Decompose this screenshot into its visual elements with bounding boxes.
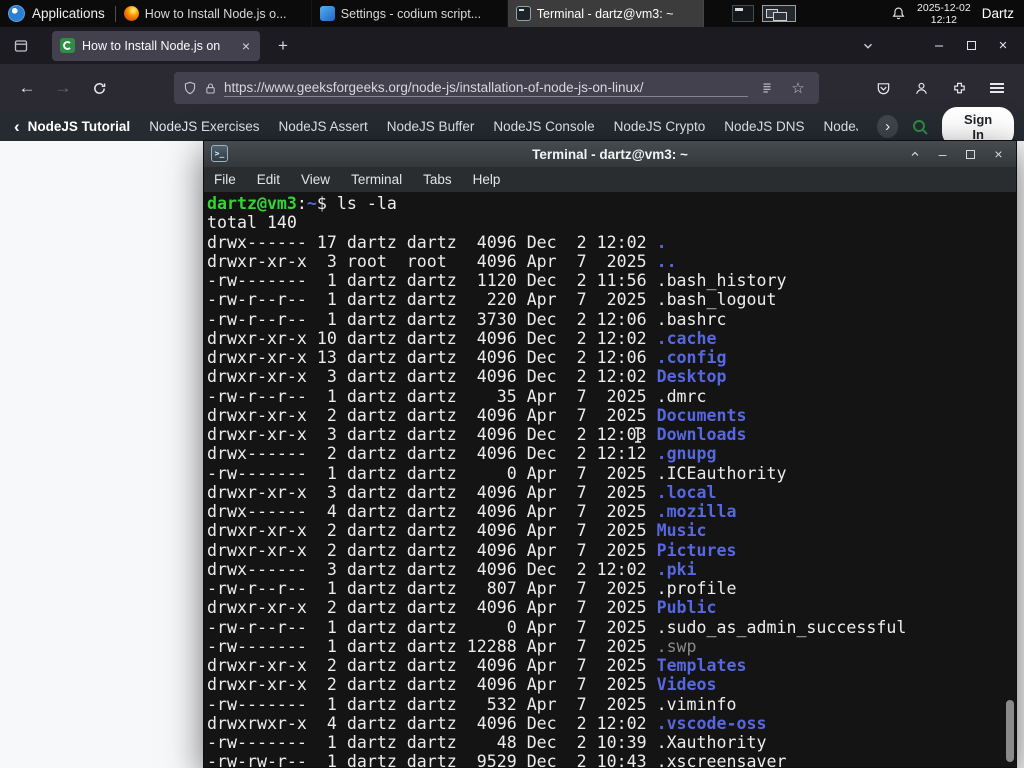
applications-menu[interactable]: Applications	[0, 0, 115, 27]
taskbar-label: How to Install Node.js o...	[144, 6, 287, 21]
window-close-button[interactable]: ×	[988, 32, 1018, 60]
new-tab-button[interactable]: +	[268, 32, 298, 60]
lock-icon[interactable]	[204, 82, 217, 95]
terminal-icon	[515, 6, 531, 21]
navigation-toolbar: ← → https://www.geeksforgeeks.org/node-j…	[0, 64, 1024, 112]
gfg-nav-item[interactable]: NodeJS Assert	[278, 119, 367, 134]
applications-label: Applications	[32, 6, 105, 21]
mouse-cursor	[632, 426, 644, 449]
terminal-window-controls: – ×	[907, 141, 1006, 167]
tracking-protection-shield-icon[interactable]	[183, 81, 197, 95]
forward-button[interactable]: →	[46, 72, 80, 104]
nav-scroll-right-button[interactable]: ›	[877, 115, 899, 138]
gfg-nav-item-tutorial[interactable]: ‹ NodeJS Tutorial	[14, 118, 130, 135]
clock-date: 2025-12-02	[917, 1, 971, 14]
search-icon[interactable]	[911, 118, 929, 136]
maximize-icon	[966, 41, 976, 50]
pocket-button[interactable]	[866, 72, 900, 104]
firefox-icon	[123, 6, 139, 21]
applications-icon	[8, 5, 25, 22]
notification-bell-icon[interactable]	[891, 6, 906, 21]
terminal-minimize-button[interactable]: –	[935, 146, 950, 162]
extensions-button[interactable]	[942, 72, 976, 104]
hamburger-icon	[990, 83, 1004, 93]
gfg-nav-item[interactable]: NodeJS	[824, 119, 859, 134]
taskbar-label: Settings - codium script...	[340, 6, 482, 21]
terminal-lines: dartz@vm3:~$ ls -la total 140 drwx------ 1…	[207, 194, 907, 767]
gfg-nav-item[interactable]: NodeJS DNS	[724, 119, 804, 134]
terminal-window: >_ Terminal - dartz@vm3: ~ – × File Edit…	[203, 140, 1017, 768]
back-button[interactable]: ←	[10, 72, 44, 104]
terminal-menubar: File Edit View Terminal Tabs Help	[204, 167, 1016, 192]
terminal-title: Terminal - dartz@vm3: ~	[532, 146, 688, 162]
list-all-tabs-button[interactable]	[854, 32, 882, 60]
terminal-menu-terminal[interactable]: Terminal	[351, 172, 402, 187]
terminal-menu-edit[interactable]: Edit	[257, 172, 280, 187]
firefox-view-button[interactable]	[6, 32, 36, 60]
gfg-nav-item[interactable]: NodeJS Crypto	[614, 119, 706, 134]
gfg-nav-item[interactable]: NodeJS Buffer	[387, 119, 475, 134]
terminal-menu-tabs[interactable]: Tabs	[423, 172, 452, 187]
codium-icon	[319, 6, 335, 21]
bookmark-star-button[interactable]: ☆	[786, 75, 810, 101]
maximize-icon	[966, 149, 975, 159]
username-label: Dartz	[981, 6, 1014, 21]
desktop: Applications How to Install Node.js o...…	[0, 0, 1024, 768]
tab-title: How to Install Node.js on	[82, 38, 221, 53]
gfg-nav-item[interactable]: NodeJS Exercises	[149, 119, 259, 134]
terminal-close-button[interactable]: ×	[991, 146, 1006, 162]
menu-button[interactable]	[980, 72, 1014, 104]
gfg-nav-label: NodeJS Tutorial	[27, 119, 131, 134]
tab-close-button[interactable]: ×	[240, 38, 252, 54]
terminal-menu-view[interactable]: View	[301, 172, 330, 187]
toolbar-right-icons	[866, 72, 1014, 104]
terminal-maximize-button[interactable]	[963, 147, 978, 162]
gfg-tutorial-nav: ‹ NodeJS Tutorial NodeJS Exercises NodeJ…	[0, 106, 1024, 147]
terminal-titlebar[interactable]: >_ Terminal - dartz@vm3: ~ – ×	[204, 141, 1016, 167]
clock-time: 12:12	[930, 13, 958, 26]
clock[interactable]: 2025-12-02 12:12	[917, 2, 971, 26]
account-button[interactable]	[904, 72, 938, 104]
terminal-shade-button[interactable]	[907, 147, 922, 162]
gfg-favicon	[60, 38, 75, 53]
terminal-menu-file[interactable]: File	[214, 172, 236, 187]
browser-window-controls: – ×	[924, 32, 1018, 60]
terminal-menu-help[interactable]: Help	[473, 172, 501, 187]
url-bar[interactable]: https://www.geeksforgeeks.org/node-js/in…	[174, 72, 819, 104]
window-maximize-button[interactable]	[956, 32, 986, 60]
tab-bar: How to Install Node.js on × + – ×	[0, 27, 1024, 64]
chevron-left-icon: ‹	[14, 117, 20, 136]
window-preview-icon[interactable]	[731, 5, 754, 22]
taskbar-window-terminal[interactable]: Terminal - dartz@vm3: ~	[507, 0, 704, 27]
taskbar-window-browser[interactable]: How to Install Node.js o...	[116, 0, 312, 27]
panel-tray	[731, 5, 796, 22]
workspace-switcher[interactable]	[761, 5, 796, 22]
reload-button[interactable]	[82, 72, 116, 104]
top-panel: Applications How to Install Node.js o...…	[0, 0, 1024, 27]
taskbar-window-codium[interactable]: Settings - codium script...	[312, 0, 508, 27]
panel-indicators: 2025-12-02 12:12 Dartz	[891, 2, 1024, 26]
terminal-body[interactable]: dartz@vm3:~$ ls -la total 140 drwx------ 1…	[204, 192, 1016, 767]
url-text[interactable]: https://www.geeksforgeeks.org/node-js/in…	[224, 80, 748, 97]
terminal-scrollbar[interactable]	[1006, 700, 1014, 762]
reader-mode-button[interactable]	[755, 75, 779, 101]
taskbar-label: Terminal - dartz@vm3: ~	[536, 6, 674, 21]
gfg-nav-item[interactable]: NodeJS Console	[493, 119, 594, 134]
browser-tab[interactable]: How to Install Node.js on ×	[52, 30, 260, 61]
window-minimize-button[interactable]: –	[924, 32, 954, 60]
